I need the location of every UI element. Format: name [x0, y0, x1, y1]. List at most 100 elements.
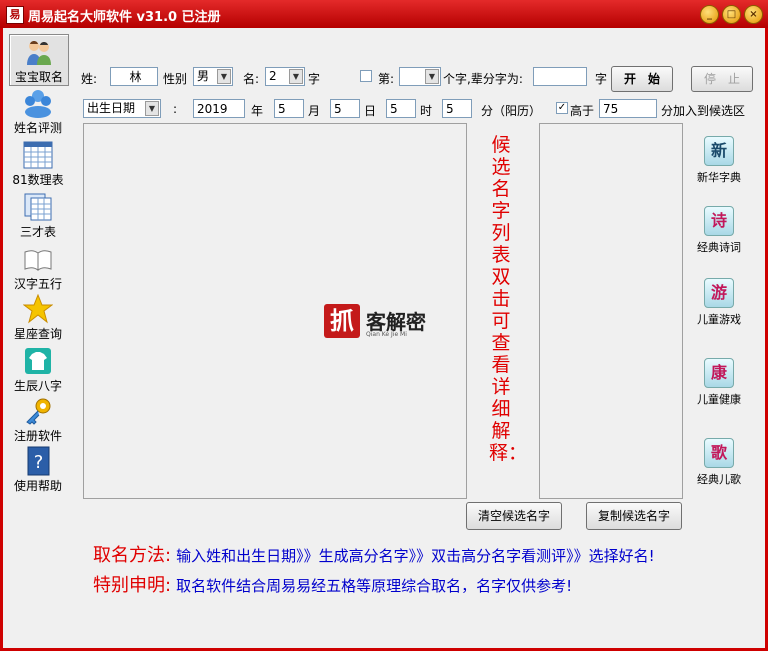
- tool-label: 儿童健康: [697, 393, 741, 406]
- position-label: 第:: [378, 72, 395, 86]
- app-logo-icon: 易: [6, 6, 24, 24]
- book-icon: [24, 250, 52, 271]
- sidebar-item-label: 星座查询: [13, 327, 62, 341]
- hour-label: 时: [420, 104, 433, 118]
- star-icon: [23, 294, 53, 324]
- sidebar-item-sancai-table[interactable]: 三才表: [9, 190, 67, 240]
- tool-xinhua-dictionary[interactable]: 新 新华字典: [691, 136, 747, 190]
- stop-button[interactable]: 停 止: [691, 66, 753, 92]
- date-type-select[interactable]: 出生日期 ▼: [83, 99, 161, 118]
- year-label: 年: [251, 104, 264, 118]
- tool-kids-health[interactable]: 康 儿童健康: [691, 358, 747, 412]
- tool-nursery-rhymes[interactable]: 歌 经典儿歌: [691, 438, 747, 492]
- score-threshold-suffix: 分加入到候选区: [661, 104, 746, 118]
- method-line: 取名方法: 输入姓和出生日期》》生成高分名字》》双击高分名字看测评》》选择好名!: [93, 541, 655, 567]
- name-length-select[interactable]: 2 ▼: [265, 67, 305, 86]
- sidebar-item-baby-naming[interactable]: 宝宝取名: [9, 34, 69, 86]
- name-length-value: 2: [269, 69, 277, 83]
- sheets-icon: [24, 193, 52, 221]
- tool-classic-poems[interactable]: 诗 经典诗词: [691, 206, 747, 260]
- window-title: 周易起名大师软件 v31.0 已注册: [28, 10, 221, 25]
- dropdown-arrow-icon[interactable]: ▼: [145, 101, 159, 116]
- tool-label: 经典诗词: [697, 241, 741, 254]
- candidate-hint: 候选名字列表双击可查看详细解释：: [489, 134, 528, 464]
- song-icon: 歌: [704, 438, 734, 468]
- dropdown-arrow-icon[interactable]: ▼: [217, 69, 231, 84]
- score-threshold-checkbox[interactable]: ✓: [556, 102, 568, 114]
- name-length-unit: 字: [308, 72, 321, 86]
- year-input[interactable]: 2019: [193, 99, 245, 118]
- watermark-subtitle: Qian Ke Jie Mi: [366, 331, 407, 338]
- day-label: 日: [364, 104, 377, 118]
- generation-unit: 字: [595, 72, 608, 86]
- health-icon: 康: [704, 358, 734, 388]
- help-icon: ?: [27, 446, 50, 476]
- position-select[interactable]: ▼: [399, 67, 441, 86]
- tool-label: 新华字典: [697, 171, 741, 184]
- sidebar-item-81-table[interactable]: 81数理表: [9, 138, 67, 188]
- date-type-value: 出生日期: [87, 101, 136, 115]
- title-bar[interactable]: 易 周易起名大师软件 v31.0 已注册 _ □ ×: [0, 0, 768, 28]
- notice-text: 取名软件结合周易易经五格等原理综合取名，名字仅供参考!: [176, 577, 573, 595]
- sidebar-item-register[interactable]: 注册软件: [9, 394, 67, 444]
- surname-label: 姓:: [81, 72, 98, 86]
- shirt-icon: [25, 348, 51, 374]
- month-label: 月: [308, 104, 321, 118]
- table-icon: [23, 141, 53, 169]
- sidebar-item-name-test[interactable]: 姓名评测: [9, 86, 67, 136]
- game-icon: 游: [704, 278, 734, 308]
- candidate-list[interactable]: [539, 123, 683, 499]
- sidebar-item-constellation[interactable]: 星座查询: [9, 292, 67, 342]
- surname-input[interactable]: 林: [110, 67, 158, 86]
- sidebar-item-help[interactable]: ? 使用帮助: [9, 444, 67, 494]
- close-button[interactable]: ×: [744, 5, 763, 24]
- minute-label: 分（阳历）: [481, 104, 542, 118]
- key-icon: [26, 398, 51, 425]
- svg-text:?: ?: [34, 452, 44, 473]
- method-text: 输入姓和出生日期》》生成高分名字》》双击高分名字看测评》》选择好名!: [176, 547, 655, 565]
- dictionary-icon: 新: [704, 136, 734, 166]
- score-threshold-label: 高于: [570, 104, 595, 118]
- results-list[interactable]: 抓 客解密 Qian Ke Jie Mi: [83, 123, 467, 499]
- clear-candidates-button[interactable]: 清空候选名字: [466, 502, 562, 530]
- sidebar-item-label: 姓名评测: [13, 121, 62, 135]
- baby-icon: [27, 41, 51, 65]
- score-threshold-input[interactable]: 75: [599, 99, 657, 118]
- watermark-seal-icon: 抓: [324, 304, 360, 338]
- poem-icon: 诗: [704, 206, 734, 236]
- gender-value: 男: [197, 69, 210, 83]
- tool-label: 儿童游戏: [697, 313, 741, 326]
- name-length-label: 名:: [243, 72, 260, 86]
- maximize-button[interactable]: □: [722, 5, 741, 24]
- day-input[interactable]: 5: [330, 99, 360, 118]
- sidebar-item-label: 汉字五行: [13, 277, 62, 291]
- dropdown-arrow-icon[interactable]: ▼: [425, 69, 439, 84]
- date-colon: :: [173, 102, 178, 116]
- sidebar-item-label: 注册软件: [13, 429, 62, 443]
- generation-checkbox[interactable]: [360, 70, 372, 82]
- sidebar-item-bazi[interactable]: 生辰八字: [9, 344, 67, 394]
- sidebar-item-label: 81数理表: [12, 173, 64, 187]
- client-area: 宝宝取名 姓名评测 81数理表 三才表 汉字五行 星座查询 生辰八字 注册软件 …: [3, 28, 765, 648]
- generation-input[interactable]: [533, 67, 587, 86]
- gender-label: 性别: [163, 72, 188, 86]
- sidebar-item-label: 三才表: [19, 225, 56, 239]
- dropdown-arrow-icon[interactable]: ▼: [289, 69, 303, 84]
- sidebar-item-label: 使用帮助: [13, 479, 62, 493]
- sidebar-item-label: 生辰八字: [13, 379, 62, 393]
- minimize-button[interactable]: _: [700, 5, 719, 24]
- minute-input[interactable]: 5: [442, 99, 472, 118]
- month-input[interactable]: 5: [274, 99, 304, 118]
- sidebar-item-five-elements[interactable]: 汉字五行: [9, 242, 67, 292]
- app-window: 易 周易起名大师软件 v31.0 已注册 _ □ × 宝宝取名 姓名评测 81数…: [0, 0, 768, 651]
- tool-kids-games[interactable]: 游 儿童游戏: [691, 278, 747, 332]
- copy-candidates-button[interactable]: 复制候选名字: [586, 502, 682, 530]
- tool-label: 经典儿歌: [697, 473, 741, 486]
- notice-label: 特别申明:: [93, 575, 172, 596]
- gender-select[interactable]: 男 ▼: [193, 67, 233, 86]
- people-icon: [25, 90, 51, 118]
- sidebar-item-label: 宝宝取名: [14, 70, 63, 84]
- notice-line: 特别申明: 取名软件结合周易易经五格等原理综合取名，名字仅供参考!: [93, 571, 572, 597]
- start-button[interactable]: 开 始: [611, 66, 673, 92]
- hour-input[interactable]: 5: [386, 99, 416, 118]
